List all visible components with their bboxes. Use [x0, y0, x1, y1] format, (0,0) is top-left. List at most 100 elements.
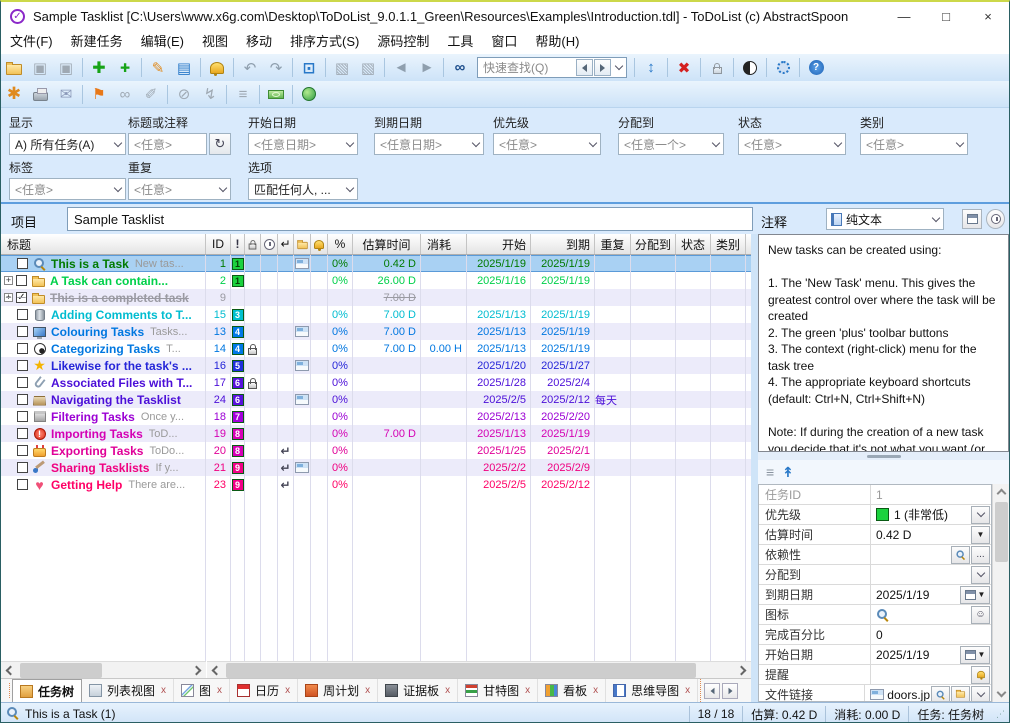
tree-horizontal-scrollbar[interactable]: [1, 661, 206, 678]
dependency-browse-button[interactable]: ...: [971, 546, 990, 564]
save-icon[interactable]: ▣: [28, 56, 52, 79]
tab-evidence-board[interactable]: 证据板x: [378, 679, 458, 702]
column-due[interactable]: 到期: [531, 234, 595, 254]
column-reminder-icon[interactable]: [311, 234, 328, 254]
task-row[interactable]: ★Likewise for the task's ... 16 5 0% 202…: [1, 357, 751, 374]
expand-icon[interactable]: +: [4, 293, 13, 302]
menu-new-task[interactable]: 新建任务: [62, 30, 132, 54]
help-icon[interactable]: ?: [804, 56, 828, 79]
email-icon[interactable]: ✉: [54, 83, 78, 106]
tab-task-tree[interactable]: 任务树: [12, 679, 82, 702]
task-row[interactable]: Associated Files with T... 17 6 0% 2025/…: [1, 374, 751, 391]
task-checkbox[interactable]: [17, 411, 28, 422]
menu-source-control[interactable]: 源码控制: [368, 30, 438, 54]
menu-view[interactable]: 视图: [193, 30, 237, 54]
attr-row-percent[interactable]: 完成百分比 0: [759, 625, 991, 645]
lock-icon[interactable]: [705, 56, 729, 79]
task-row[interactable]: Adding Comments to T... 15 3 0% 7.00 D 2…: [1, 306, 751, 323]
attr-row-assign[interactable]: 分配到: [759, 565, 991, 585]
menu-edit[interactable]: 编辑(E): [132, 30, 193, 54]
lightning-icon[interactable]: ↯: [198, 83, 222, 106]
filter-options-combo[interactable]: 匹配任何人, ...: [248, 178, 358, 200]
quick-find-prev-button[interactable]: [576, 59, 593, 76]
column-lock-icon[interactable]: [245, 234, 261, 254]
file-search-icon[interactable]: [931, 686, 950, 703]
quick-find-next-button[interactable]: [594, 59, 611, 76]
attribute-sort-icon[interactable]: ↟: [782, 464, 794, 481]
column-id[interactable]: ID: [206, 234, 231, 254]
column-dependency-icon[interactable]: ↵: [278, 234, 294, 254]
column-title[interactable]: 标题: [1, 234, 206, 254]
close-tab-icon[interactable]: x: [525, 685, 530, 696]
task-checkbox[interactable]: [17, 343, 28, 354]
column-assign[interactable]: 分配到: [631, 234, 676, 254]
task-checkbox[interactable]: [17, 377, 28, 388]
tab-calendar[interactable]: 日历x: [230, 679, 298, 702]
filter-show-combo[interactable]: A) 所有任务(A): [9, 133, 126, 155]
tab-gantt[interactable]: 甘特图x: [458, 679, 538, 702]
close-tab-icon[interactable]: x: [365, 685, 370, 696]
estimate-spinner-icon[interactable]: ▼: [971, 526, 990, 544]
new-subtask-icon[interactable]: ✚: [113, 56, 137, 79]
minimize-button[interactable]: —: [883, 2, 925, 30]
tab-kanban[interactable]: 看板x: [538, 679, 606, 702]
forward-icon[interactable]: ►: [415, 56, 439, 79]
task-checkbox[interactable]: [17, 445, 28, 456]
resize-grip[interactable]: ⋰: [996, 709, 1006, 720]
yin-yang-icon[interactable]: [738, 56, 762, 79]
delete-task-icon[interactable]: ✖: [672, 56, 696, 79]
task-checkbox[interactable]: [17, 394, 28, 405]
filter-title-combo[interactable]: <任意>: [128, 133, 207, 155]
due-date-calendar-icon[interactable]: ▼: [960, 586, 990, 604]
tab-week-planner[interactable]: 周计划x: [298, 679, 378, 702]
attr-row-estimate[interactable]: 估算时间 0.42 D ▼: [759, 525, 991, 545]
log-icon[interactable]: ≡: [231, 83, 255, 106]
filter-category-combo[interactable]: <任意>: [860, 133, 968, 155]
money-icon[interactable]: [264, 83, 288, 106]
task-checkbox[interactable]: [17, 479, 28, 490]
comments-format-combo[interactable]: 纯文本: [826, 208, 944, 230]
menu-window[interactable]: 窗口: [482, 30, 526, 54]
attr-row-file-link[interactable]: 文件链接 doors.jp: [759, 685, 991, 702]
scroll-right-icon[interactable]: [734, 662, 751, 679]
preferences-gear-icon[interactable]: [771, 56, 795, 79]
quick-find-input[interactable]: 快速查找(Q): [478, 59, 576, 76]
task-row[interactable]: ♥Getting HelpThere are... 23 9 ↵ 0% 2025…: [1, 476, 751, 493]
task-checkbox[interactable]: [17, 428, 28, 439]
horizontal-splitter[interactable]: [758, 452, 1009, 460]
undo-icon[interactable]: ↶: [238, 56, 262, 79]
task-row[interactable]: This is a TaskNew tas... 1 1 0% 0.42 D 2…: [1, 255, 751, 272]
dependency-search-icon[interactable]: [951, 546, 970, 564]
attr-row-icon[interactable]: 图标 ☺: [759, 605, 991, 625]
menu-help[interactable]: 帮助(H): [526, 30, 588, 54]
close-tab-icon[interactable]: x: [285, 685, 290, 696]
filter-title-refresh-icon[interactable]: ↻: [209, 133, 231, 155]
project-input[interactable]: Sample Tasklist: [67, 207, 753, 231]
close-tab-icon[interactable]: x: [217, 685, 222, 696]
maximize-button[interactable]: □: [925, 2, 967, 30]
filter-duedate-combo[interactable]: <任意日期>: [374, 133, 484, 155]
column-estimate[interactable]: 估算时间: [353, 234, 421, 254]
flag-icon[interactable]: ⚑: [87, 83, 111, 106]
reminder-bell-icon[interactable]: [205, 56, 229, 79]
column-start[interactable]: 开始: [467, 234, 531, 254]
scroll-right-icon[interactable]: [189, 662, 206, 679]
start-date-calendar-icon[interactable]: ▼: [960, 646, 990, 664]
comments-date-button[interactable]: [962, 209, 982, 229]
scroll-left-icon[interactable]: [1, 662, 18, 679]
menu-move[interactable]: 移动: [237, 30, 281, 54]
task-row[interactable]: Colouring TasksTasks... 13 4 0% 7.00 D 2…: [1, 323, 751, 340]
close-tab-icon[interactable]: x: [593, 685, 598, 696]
filter-priority-combo[interactable]: <任意>: [493, 133, 601, 155]
task-checkbox[interactable]: [17, 326, 28, 337]
scrollbar-thumb[interactable]: [226, 663, 696, 678]
back-icon[interactable]: ◄: [389, 56, 413, 79]
column-clock-icon[interactable]: [261, 234, 278, 254]
move-task-in-icon[interactable]: ▧: [356, 56, 380, 79]
column-percent[interactable]: %: [328, 234, 353, 254]
attr-row-due-date[interactable]: 到期日期 2025/1/19 ▼: [759, 585, 991, 605]
open-tasklist-icon[interactable]: [2, 56, 26, 79]
column-category[interactable]: 类别: [711, 234, 746, 254]
scrollbar-thumb[interactable]: [995, 502, 1008, 562]
tabs-scroll-right-button[interactable]: [722, 683, 738, 699]
